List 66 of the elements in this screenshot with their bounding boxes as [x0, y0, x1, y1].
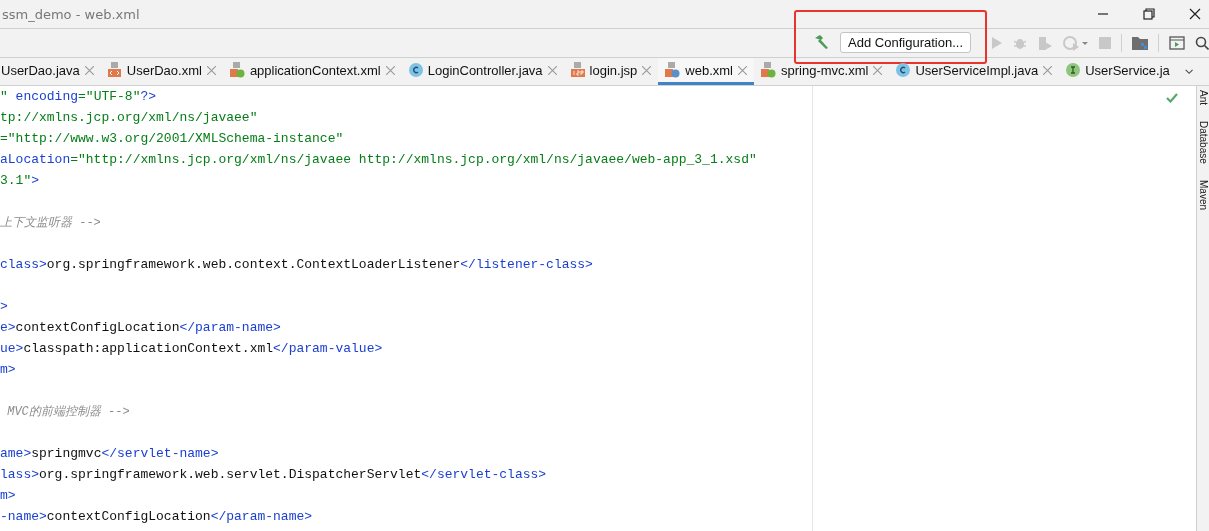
- xml-text: org.springframework.web.servlet.DispatcherServlet: [39, 467, 422, 482]
- web-xml-icon: [665, 62, 681, 78]
- profiler-icon[interactable]: [1063, 35, 1089, 51]
- xml-tag: >: [31, 173, 40, 188]
- xml-tag: ?>: [140, 89, 157, 104]
- folder-icon[interactable]: [1132, 36, 1148, 50]
- coverage-icon[interactable]: [1037, 35, 1053, 51]
- xml-string: ": [0, 89, 8, 104]
- xml-comment: 上下文监听器 -->: [0, 216, 101, 230]
- file-tab[interactable]: UserDao.xml: [100, 58, 223, 85]
- xml-tag: </servlet-class>: [421, 467, 547, 482]
- xml-file-icon: [107, 62, 122, 78]
- xml-text: classpath:applicationContext.xml: [23, 341, 274, 356]
- xml-tag: </listener-class>: [460, 257, 593, 272]
- xml-tag: m>: [0, 362, 16, 377]
- close-icon[interactable]: [1189, 8, 1201, 20]
- tool-window-tab[interactable]: Database: [1197, 121, 1209, 164]
- xml-tag: </servlet-name>: [101, 446, 219, 461]
- xml-tag: e>: [0, 320, 16, 335]
- xml-string: tp://xmlns.jcp.org/xml/ns/javaee": [0, 110, 258, 125]
- xml-tag: </param-name>: [179, 320, 281, 335]
- file-tab[interactable]: web.xml: [658, 58, 754, 85]
- jsp-file-icon: [570, 62, 585, 78]
- window-title: ssm_demo - web.xml: [1, 6, 140, 22]
- class-c-icon: [408, 63, 423, 77]
- xml-attribute: aLocation: [0, 152, 71, 167]
- tool-window-tab[interactable]: Maven: [1197, 179, 1209, 210]
- xml-string: ="UTF-8": [78, 89, 141, 104]
- xml-text: contextConfigLocation: [15, 320, 180, 335]
- file-tab[interactable]: login.jsp: [563, 58, 659, 85]
- xml-text: org.springframework.web.context.ContextLoaderListener: [46, 257, 461, 272]
- add-configuration-button[interactable]: Add Configuration...: [840, 31, 971, 53]
- xml-attribute: encoding: [14, 89, 79, 104]
- xml-tag: </param-name>: [210, 509, 313, 524]
- file-tab[interactable]: LoginController.java: [401, 58, 564, 85]
- spring-xml-icon: [761, 62, 776, 78]
- bug-icon[interactable]: [1013, 36, 1027, 50]
- xml-string: 3.1": [0, 173, 32, 188]
- xml-tag: class>: [0, 257, 47, 272]
- terminal-icon[interactable]: [1169, 36, 1185, 50]
- file-tab[interactable]: UserServiceImpl.java: [889, 58, 1060, 85]
- interface-i-icon: [1066, 63, 1081, 77]
- run-icon[interactable]: [991, 36, 1003, 50]
- check-icon: [1166, 93, 1178, 103]
- xml-tag: -name>: [0, 509, 47, 524]
- restore-icon[interactable]: [1143, 8, 1155, 20]
- file-tab[interactable]: applicationContext.xml: [222, 58, 402, 85]
- xml-tag: ue>: [0, 341, 24, 356]
- chevron-down-icon[interactable]: [1184, 67, 1193, 76]
- class-c-icon: [896, 63, 911, 77]
- xml-tag: ame>: [0, 446, 32, 461]
- xml-string: ="http://xmlns.jcp.org/xml/ns/javaee http://xmlns.jcp.org/xml/ns/javaee/web-app_3_1.xsd": [70, 152, 757, 167]
- xml-tag: </param-value>: [273, 341, 383, 356]
- search-icon[interactable]: [1195, 36, 1209, 50]
- xml-tag: m>: [0, 488, 16, 503]
- xml-tag: lass>: [0, 467, 39, 482]
- file-tab[interactable]: UserDao.java: [0, 58, 101, 85]
- xml-string: ="http://www.w3.org/2001/XMLSchema-instance": [0, 131, 344, 146]
- xml-text: contextConfigLocation: [46, 509, 211, 524]
- xml-text: springmvc: [31, 446, 102, 461]
- xml-comment: MVC的前端控制器 -->: [6, 405, 130, 419]
- tool-window-tab[interactable]: Ant: [1197, 90, 1209, 105]
- file-tab[interactable]: UserService.ja: [1059, 58, 1177, 85]
- xml-tag: >: [0, 299, 8, 314]
- spring-xml-icon: [229, 62, 245, 78]
- file-tab[interactable]: spring-mvc.xml: [754, 58, 890, 85]
